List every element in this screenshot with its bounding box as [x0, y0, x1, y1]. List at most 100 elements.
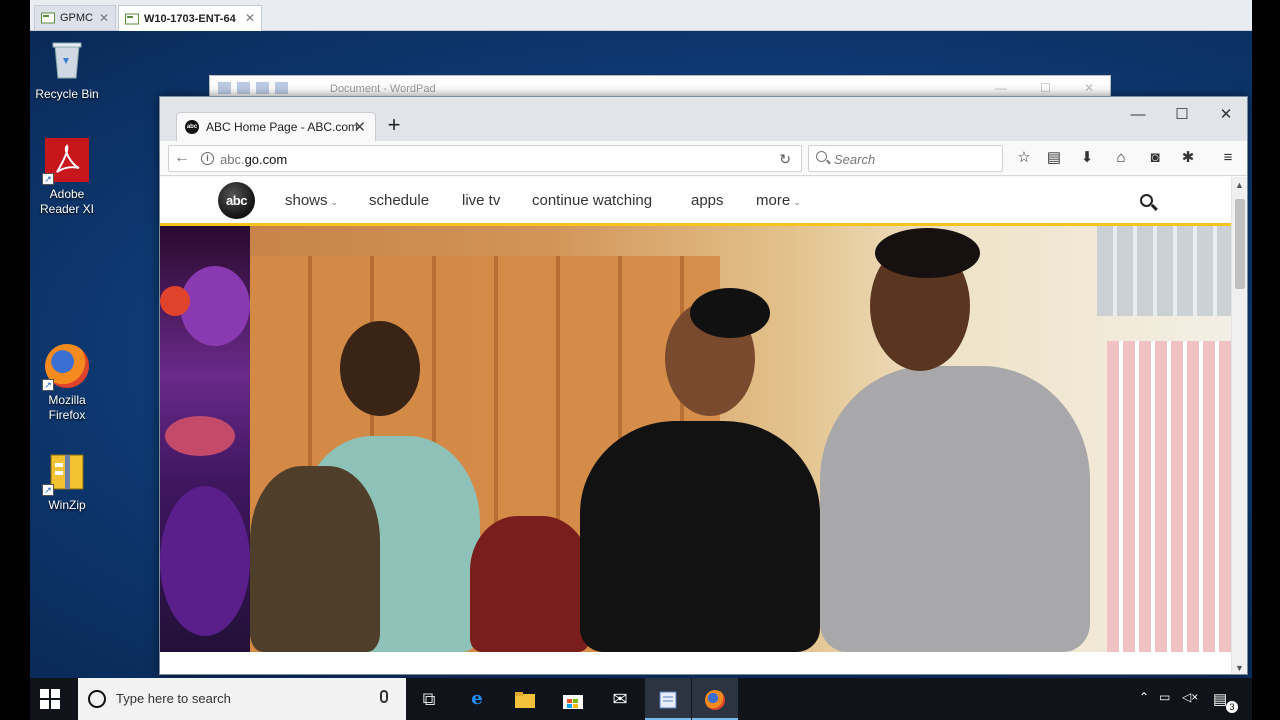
door-background [1107, 341, 1232, 652]
firefox-icon: ↗ [42, 344, 89, 391]
wordpad-app-icon [218, 82, 231, 94]
pocket-icon[interactable]: ◙ [1143, 147, 1167, 169]
desktop-icon-label: Firefox [48, 408, 86, 422]
gpmc-icon [41, 12, 55, 24]
new-tab-button[interactable]: + [383, 114, 405, 137]
chevron-down-icon: ⌄ [793, 197, 801, 207]
maximize-icon[interactable]: ☐ [1040, 81, 1051, 95]
volume-muted-icon[interactable]: ◁× [1182, 690, 1198, 704]
nav-item-label: shows [285, 192, 328, 209]
home-icon[interactable]: ⌂ [1109, 147, 1133, 169]
url-text[interactable]: abc.go.com [220, 152, 287, 167]
page-content: abc shows ⌄ schedule live tv continue wat… [160, 177, 1232, 674]
scroll-down-icon[interactable]: ▼ [1235, 663, 1244, 673]
desktop-icon-winzip[interactable]: ↗ WinZip [29, 449, 105, 513]
shortcut-arrow-icon: ↗ [42, 173, 54, 185]
nav-item-live-tv[interactable]: live tv [462, 192, 500, 209]
url-bar[interactable]: ← i abc.go.com ↻ [168, 145, 802, 172]
close-tab-icon[interactable]: ✕ [353, 118, 366, 136]
notification-count-badge: 3 [1226, 701, 1238, 713]
figure-man [820, 366, 1090, 652]
desktop-icon-adobe-reader[interactable]: ↗ Adobe Reader XI [29, 138, 105, 217]
figure-man-hair [875, 228, 980, 278]
cortana-icon [88, 690, 106, 708]
downloads-icon[interactable]: ⬇ [1075, 147, 1099, 169]
desktop-icon-label: Reader XI [39, 202, 95, 216]
scroll-up-icon[interactable]: ▲ [1235, 180, 1244, 190]
close-window-button[interactable]: ✕ [1211, 103, 1241, 127]
figure-student-head [340, 321, 420, 416]
desktop-icon-recycle-bin[interactable]: Recycle Bin [29, 38, 105, 102]
edge-icon[interactable]: e [454, 678, 500, 720]
store-icon[interactable] [550, 678, 596, 720]
nav-item-apps[interactable]: apps [691, 192, 724, 209]
undo-icon[interactable] [256, 82, 269, 94]
bookmarks-library-icon[interactable]: ▤ [1042, 147, 1066, 169]
search-icon [816, 151, 827, 162]
taskbar-search-placeholder: Type here to search [116, 691, 231, 706]
firefox-titlebar: abc ABC Home Page - ABC.com ✕ + — ☐ ✕ [160, 97, 1247, 141]
host-tab-label: GPMC [60, 12, 93, 24]
decor-shape [165, 416, 235, 456]
desktop-icon-label: Adobe [49, 187, 85, 201]
desktop-icon-label: WinZip [48, 498, 86, 512]
hero-left-panel [160, 226, 250, 652]
microphone-icon[interactable] [380, 690, 388, 703]
wordpad-taskbar-icon[interactable] [645, 678, 691, 720]
host-tab-vm[interactable]: W10-1703-ENT-64 ✕ [118, 5, 262, 31]
close-icon[interactable]: ✕ [245, 11, 255, 25]
bookmark-star-icon[interactable]: ☆ [1012, 147, 1036, 169]
hero-image[interactable] [160, 226, 1232, 652]
network-icon[interactable]: ▭ [1159, 690, 1170, 704]
task-view-icon[interactable]: ⧉ [406, 678, 452, 720]
recycle-bin-icon [45, 38, 89, 82]
nav-item-more[interactable]: more ⌄ [756, 192, 801, 209]
host-tab-gpmc[interactable]: GPMC ✕ [34, 5, 116, 30]
extension-icon[interactable]: ✱ [1176, 147, 1200, 169]
nav-item-schedule[interactable]: schedule [369, 192, 429, 209]
abc-logo[interactable]: abc [218, 182, 255, 219]
vertical-scrollbar[interactable]: ▲ ▼ [1231, 177, 1247, 674]
save-icon[interactable] [237, 82, 250, 94]
nav-item-shows[interactable]: shows ⌄ [285, 192, 338, 209]
show-hidden-icons-chevron-icon[interactable]: ⌃ [1139, 690, 1149, 704]
browser-tab[interactable]: abc ABC Home Page - ABC.com ✕ [176, 112, 376, 141]
minimize-icon[interactable]: — [995, 81, 1007, 95]
wordpad-quick-access [218, 82, 288, 94]
figure-girl [470, 516, 590, 652]
file-explorer-icon[interactable] [502, 678, 548, 720]
figure-backpack [250, 466, 380, 652]
close-icon[interactable]: ✕ [99, 11, 109, 25]
minimize-button[interactable]: — [1123, 103, 1153, 127]
shortcut-arrow-icon: ↗ [42, 379, 54, 391]
screen: { "host_tabs": [ {"label": "GPMC", "clos… [0, 0, 1280, 720]
search-placeholder: Search [834, 152, 876, 167]
windows-start-icon[interactable] [40, 689, 60, 709]
decor-shape [180, 266, 250, 346]
host-tab-strip: GPMC ✕ W10-1703-ENT-64 ✕ [30, 0, 1252, 31]
decor-shape [160, 486, 250, 636]
abc-site-header: abc shows ⌄ schedule live tv continue wat… [160, 177, 1232, 226]
search-bar[interactable]: Search [808, 145, 1003, 172]
url-domain: go.com [244, 152, 288, 167]
reload-icon[interactable]: ↻ [779, 151, 791, 168]
redo-icon[interactable] [275, 82, 288, 94]
taskbar-search-box[interactable]: Type here to search [78, 678, 406, 720]
scrollbar-thumb[interactable] [1235, 199, 1245, 289]
abc-favicon-icon: abc [185, 120, 199, 134]
firefox-taskbar-icon[interactable] [692, 678, 738, 720]
figure-woman-hair [690, 288, 770, 338]
nav-item-continue-watching[interactable]: continue watching [532, 192, 652, 209]
site-info-icon[interactable]: i [201, 152, 214, 165]
close-icon[interactable]: ✕ [1084, 81, 1094, 95]
mail-icon[interactable]: ✉ [597, 678, 643, 720]
back-arrow-icon[interactable]: ← [174, 149, 190, 167]
winzip-icon: ↗ [42, 449, 89, 496]
hamburger-menu-icon[interactable]: ≡ [1216, 147, 1240, 169]
wordpad-title: Document - WordPad [330, 83, 436, 95]
maximize-button[interactable]: ☐ [1167, 103, 1197, 127]
search-icon[interactable] [1140, 194, 1153, 207]
url-prefix: abc. [220, 152, 245, 167]
window-background [1097, 226, 1232, 316]
desktop-icon-firefox[interactable]: ↗ Mozilla Firefox [29, 344, 105, 423]
